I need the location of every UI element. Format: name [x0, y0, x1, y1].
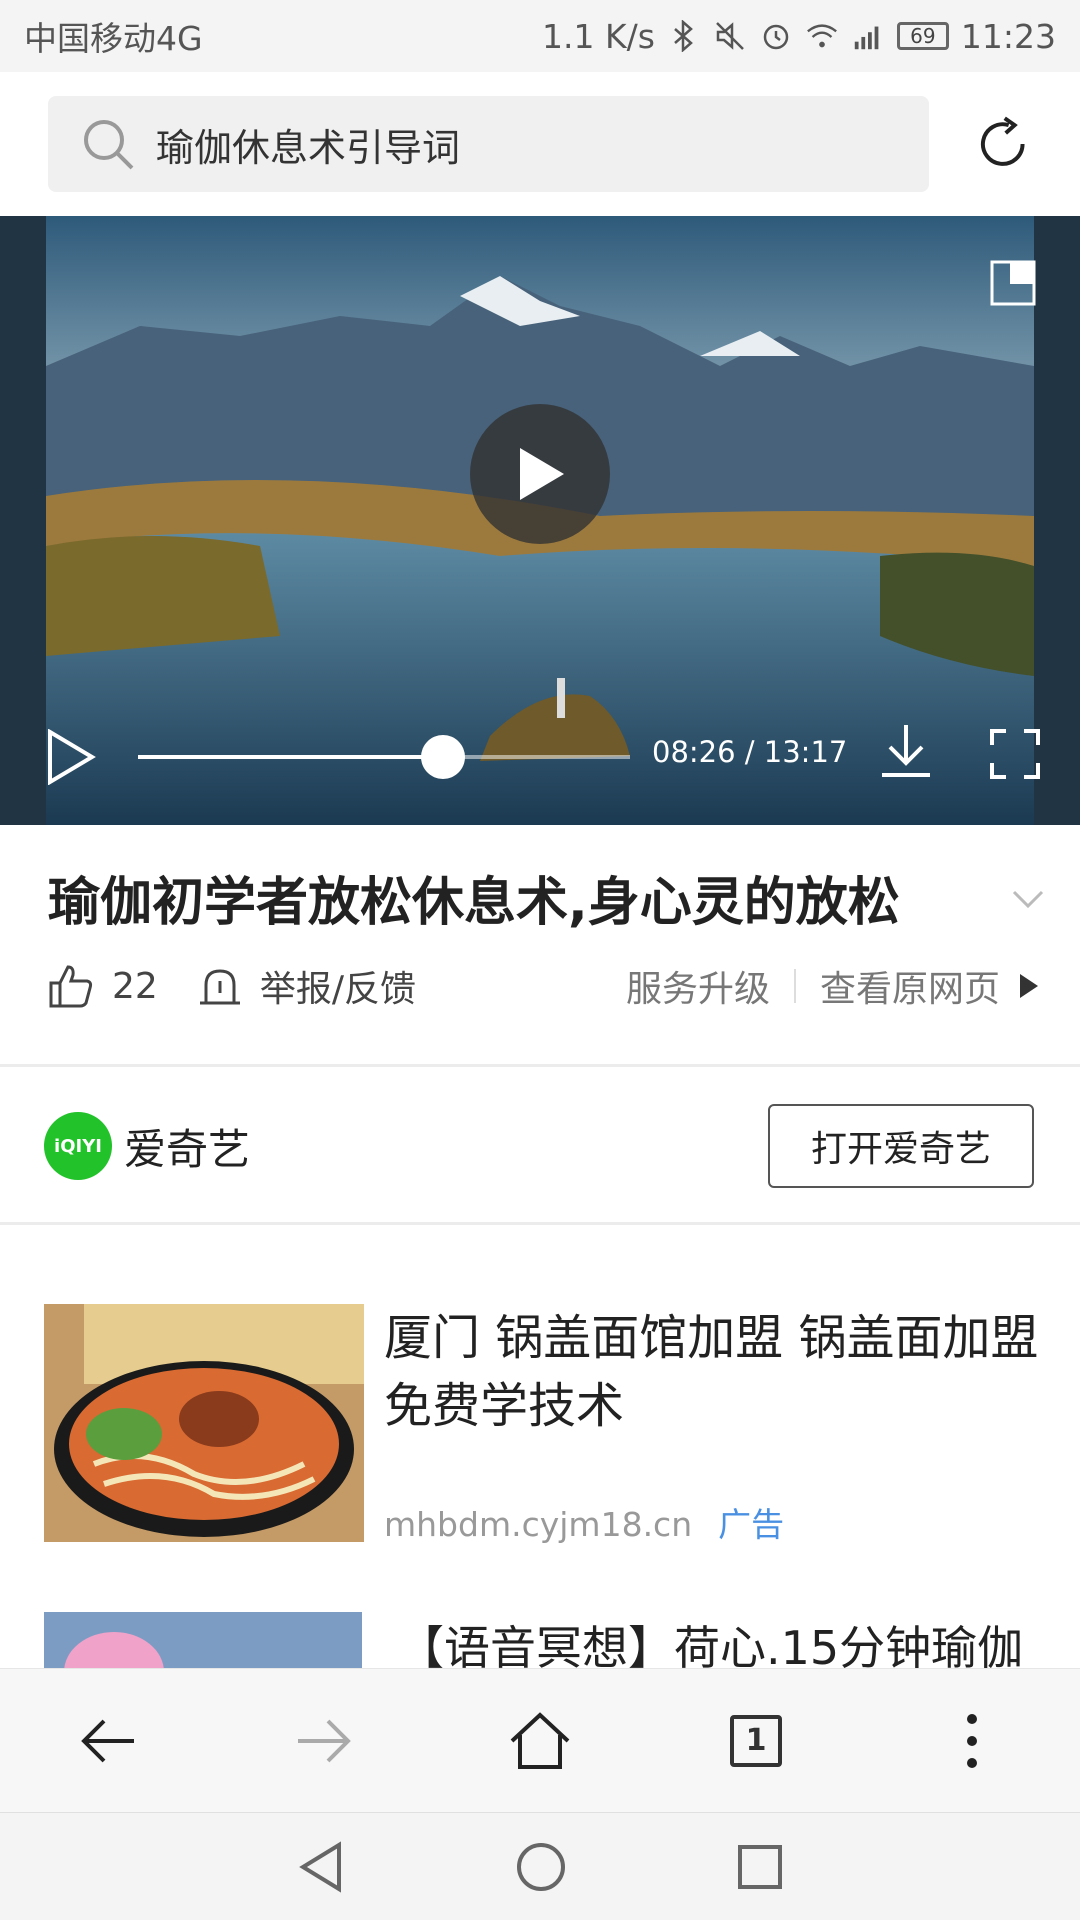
ad-domain: mhbdm.cyjm18.cn [384, 1505, 693, 1544]
list-item-thumbnail [44, 1612, 362, 1672]
tabs-button[interactable]: 1 [716, 1701, 796, 1781]
battery-level: 69 [910, 24, 936, 48]
video-player[interactable]: 08:26 / 13:17 [0, 216, 1080, 825]
arrow-left-icon [81, 1719, 134, 1762]
home-icon [510, 1711, 570, 1769]
source-name: 爱奇艺 [124, 1124, 251, 1174]
article-actions: 22 举报/反馈 服务升级 查看原网页 [48, 960, 1038, 1012]
chevron-down-icon[interactable] [1008, 878, 1048, 918]
bluetooth-icon [667, 19, 701, 53]
battery-icon: 69 [896, 22, 949, 50]
back-button[interactable] [68, 1701, 148, 1781]
picture-in-picture-icon[interactable] [990, 260, 1036, 306]
divider [0, 1222, 1080, 1225]
play-pause-icon[interactable] [46, 729, 96, 785]
system-nav-bar [0, 1812, 1080, 1920]
article-title-row: 瑜伽初学者放松休息术,身心灵的放松 [48, 860, 1048, 935]
system-back-icon[interactable] [297, 1840, 345, 1893]
signal-icon [851, 19, 885, 53]
logo-text: iQIYI [54, 1135, 102, 1157]
ad-item[interactable]: 厦门 锅盖面馆加盟 锅盖面加盟免费学技术 mhbdm.cyjm18.cn 广告 [44, 1304, 1044, 1544]
play-icon [520, 448, 564, 500]
forward-button[interactable] [284, 1701, 364, 1781]
video-controls: 08:26 / 13:17 [0, 685, 1080, 825]
home-button[interactable] [500, 1701, 580, 1781]
network-speed: 1.1 K/s [541, 16, 655, 56]
download-icon[interactable] [880, 721, 932, 781]
progress-bar[interactable] [138, 735, 630, 779]
menu-button[interactable] [932, 1701, 1012, 1781]
big-play-button[interactable] [470, 404, 610, 544]
browser-nav-bar: 1 [0, 1668, 1080, 1812]
divider [0, 1064, 1080, 1067]
search-input[interactable]: 瑜伽休息术引导词 [48, 96, 929, 192]
tab-count: 1 [730, 1714, 782, 1767]
status-bar: 中国移动4G 1.1 K/s 69 11:23 [0, 0, 1080, 72]
ad-thumbnail [44, 1304, 364, 1542]
ad-tag: 广告 [718, 1505, 785, 1544]
article-title: 瑜伽初学者放松休息术,身心灵的放松 [48, 873, 900, 933]
arrow-right-icon [298, 1719, 351, 1762]
list-item-title: 【语音冥想】荷心.15分钟瑜伽 [398, 1621, 1024, 1672]
arrow-right-icon [1020, 974, 1038, 998]
wifi-icon [805, 19, 839, 53]
video-time: 08:26 / 13:17 [652, 735, 848, 769]
open-iqiyi-button[interactable]: 打开爱奇艺 [768, 1104, 1034, 1188]
view-source-link[interactable]: 查看原网页 [820, 960, 1000, 1012]
carrier-label: 中国移动4G [24, 19, 203, 58]
system-recents-icon[interactable] [737, 1844, 783, 1890]
refresh-icon[interactable] [973, 114, 1032, 174]
iqiyi-logo: iQIYI [44, 1112, 112, 1180]
report-icon[interactable] [198, 965, 242, 1007]
ad-meta: mhbdm.cyjm18.cn 广告 [384, 1498, 784, 1546]
search-icon [84, 120, 134, 170]
progress-thumb[interactable] [421, 735, 466, 779]
fullscreen-icon[interactable] [990, 729, 1040, 779]
report-link[interactable]: 举报/反馈 [260, 960, 416, 1012]
like-count: 22 [112, 965, 158, 1007]
search-bar: 瑜伽休息术引导词 [0, 72, 1080, 216]
source-row: iQIYI 爱奇艺 打开爱奇艺 [44, 1104, 1034, 1188]
more-vertical-icon [967, 1713, 977, 1768]
mute-icon [713, 19, 747, 53]
system-home-icon[interactable] [515, 1841, 567, 1893]
progress-fill [138, 755, 444, 759]
thumbs-up-icon[interactable] [48, 963, 94, 1009]
search-query: 瑜伽休息术引导词 [156, 125, 461, 170]
service-upgrade-link[interactable]: 服务升级 [626, 960, 770, 1012]
alarm-icon [759, 19, 793, 53]
list-item[interactable]: 【语音冥想】荷心.15分钟瑜伽 [44, 1612, 1044, 1672]
clock: 11:23 [960, 16, 1056, 56]
ad-title: 厦门 锅盖面馆加盟 锅盖面加盟免费学技术 [384, 1310, 1039, 1434]
divider [793, 969, 796, 1003]
